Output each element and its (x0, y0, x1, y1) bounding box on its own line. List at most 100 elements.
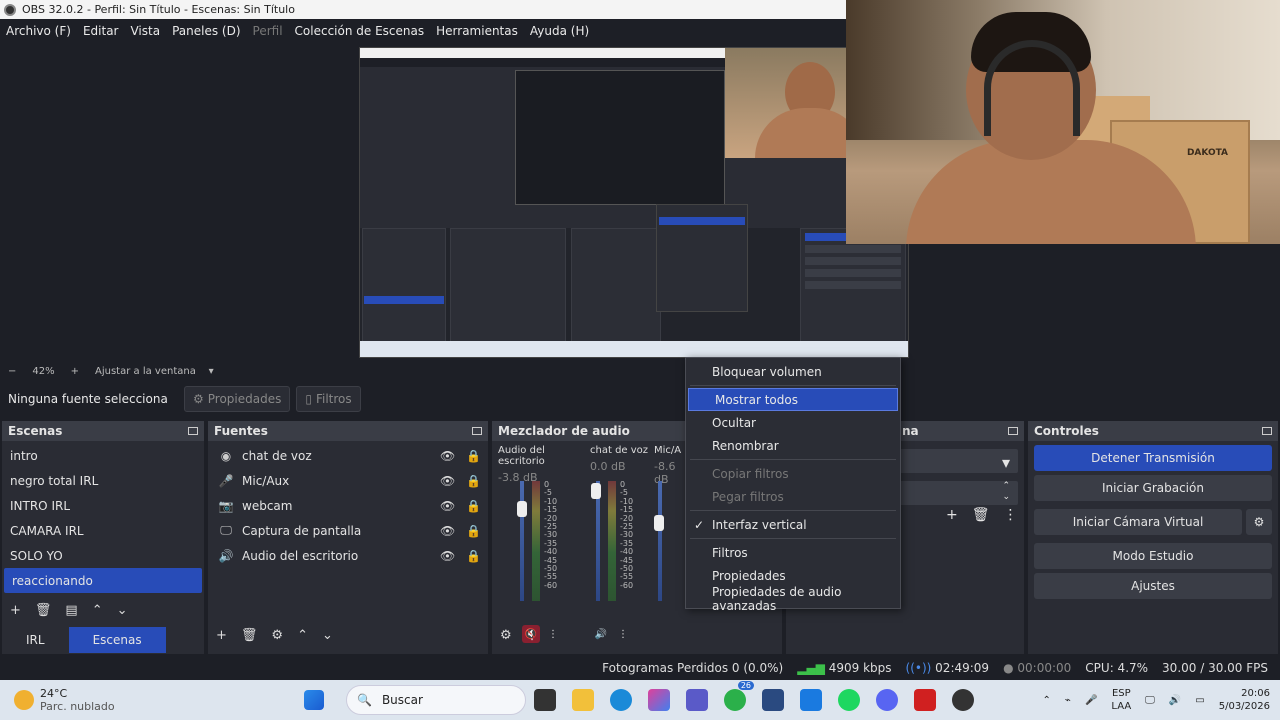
teams-icon[interactable] (686, 689, 708, 711)
scene-filter-icon[interactable]: ▤ (65, 603, 77, 618)
scene-item-selected[interactable]: reaccionando (4, 568, 202, 593)
store-icon[interactable] (762, 689, 784, 711)
network-icon[interactable]: ⌁ (1065, 695, 1071, 706)
kebab-menu-icon[interactable]: ⋮ (526, 628, 539, 643)
properties-button[interactable]: ⚙ Propiedades (184, 386, 291, 412)
scene-item[interactable]: intro (2, 443, 204, 468)
menu-help[interactable]: Ayuda (H) (524, 24, 595, 38)
trash-icon[interactable]: 🗑 (35, 603, 52, 618)
menu-item-paste-filters[interactable]: Pegar filtros (686, 485, 900, 508)
trash-icon[interactable]: 🗑 (972, 507, 990, 523)
start-recording-button[interactable]: Iniciar Grabación (1034, 475, 1272, 501)
source-item[interactable]: 🖵 Captura de pantalla 👁 🔒 (208, 518, 488, 543)
virtual-camera-settings-icon[interactable]: ⚙ (1246, 509, 1272, 535)
whatsapp-icon[interactable]: 26 (724, 681, 754, 711)
speaker-icon[interactable]: 🔊 (592, 625, 610, 643)
undock-icon[interactable] (472, 427, 482, 435)
scene-item[interactable]: INTRO IRL (2, 493, 204, 518)
undock-icon[interactable] (1008, 427, 1018, 435)
menu-item-hide[interactable]: Ocultar (686, 411, 900, 434)
folder-icon[interactable] (572, 689, 594, 711)
lock-icon[interactable]: 🔒 (466, 499, 481, 513)
lock-icon[interactable]: 🔒 (466, 449, 481, 463)
menu-item-filters[interactable]: Filtros (686, 541, 900, 564)
task-view-icon[interactable] (534, 689, 556, 711)
obs-taskbar-icon[interactable] (952, 689, 974, 711)
spotify-icon[interactable] (838, 689, 860, 711)
menu-item-rename[interactable]: Renombrar (686, 434, 900, 457)
kebab-menu-icon[interactable]: ⋮ (614, 625, 632, 643)
menu-profile[interactable]: Perfil (247, 24, 289, 38)
menu-tools[interactable]: Herramientas (430, 24, 524, 38)
volume-slider[interactable] (517, 501, 527, 517)
gear-icon[interactable]: ⚙ (271, 628, 283, 643)
scene-item[interactable]: negro total IRL (2, 468, 204, 493)
menu-item-copy-filters[interactable]: Copiar filtros (686, 462, 900, 485)
dropbox-icon[interactable] (800, 689, 822, 711)
weather-widget[interactable]: 24°C Parc. nublado (0, 687, 300, 713)
add-scene-icon[interactable]: + (10, 603, 21, 618)
zoom-in-button[interactable]: + (71, 366, 79, 377)
studio-mode-button[interactable]: Modo Estudio (1034, 543, 1272, 569)
taskbar-search[interactable]: 🔍 Buscar (346, 685, 526, 715)
lock-icon[interactable]: 🔒 (466, 474, 481, 488)
battery-icon[interactable]: ▭ (1195, 695, 1204, 706)
undock-icon[interactable] (188, 427, 198, 435)
settings-button[interactable]: Ajustes (1034, 573, 1272, 599)
eye-icon[interactable]: 👁 (440, 499, 455, 513)
eye-icon[interactable]: 👁 (440, 474, 455, 488)
add-transition-icon[interactable]: + (946, 507, 958, 523)
eye-icon[interactable]: 👁 (440, 449, 455, 463)
copilot-icon[interactable] (648, 689, 670, 711)
eye-icon[interactable]: 👁 (440, 549, 455, 563)
source-item[interactable]: 📷 webcam 👁 🔒 (208, 493, 488, 518)
move-up-icon[interactable]: ⌃ (92, 603, 103, 618)
kebab-menu-icon[interactable]: ⋮ (544, 625, 562, 643)
eye-icon[interactable]: 👁 (440, 524, 455, 538)
menu-docks[interactable]: Paneles (D) (166, 24, 246, 38)
language-indicator[interactable]: ESP LAA (1111, 687, 1131, 713)
signal-bars-icon: ▂▄▆ (797, 661, 825, 675)
lock-icon[interactable]: 🔒 (466, 524, 481, 538)
chevron-up-icon[interactable]: ⌃ (1043, 695, 1051, 706)
source-item[interactable]: ◉ chat de voz 👁 🔒 (208, 443, 488, 468)
menu-item-show-all[interactable]: Mostrar todos (688, 388, 898, 411)
microphone-icon[interactable]: 🎤 (1085, 695, 1097, 706)
tab-scenes[interactable]: Escenas (68, 627, 166, 653)
start-virtual-camera-button[interactable]: Iniciar Cámara Virtual (1034, 509, 1242, 535)
edge-icon[interactable] (610, 689, 632, 711)
menu-item-lock-volume[interactable]: Bloquear volumen (686, 360, 900, 383)
clock[interactable]: 20:06 5/03/2026 (1219, 687, 1270, 713)
move-down-icon[interactable]: ⌄ (117, 603, 128, 618)
fit-window-dropdown[interactable]: Ajustar a la ventana ▾ (95, 366, 214, 377)
add-source-icon[interactable]: + (216, 628, 227, 643)
volume-slider[interactable] (591, 483, 601, 499)
app-l-icon[interactable] (914, 689, 936, 711)
discord-icon[interactable] (876, 689, 898, 711)
kebab-menu-icon[interactable]: ⋮ (1004, 507, 1018, 523)
source-item[interactable]: 🔊 Audio del escritorio 👁 🔒 (208, 543, 488, 568)
lock-icon[interactable]: 🔒 (466, 549, 481, 563)
scene-item[interactable]: CAMARA IRL (2, 518, 204, 543)
trash-icon[interactable]: 🗑 (241, 628, 258, 643)
mixer-settings-icon[interactable]: ⚙ (500, 628, 512, 643)
tab-irl[interactable]: IRL (2, 627, 69, 653)
menu-scene-collection[interactable]: Colección de Escenas (289, 24, 431, 38)
menu-file[interactable]: Archivo (F) (0, 24, 77, 38)
move-down-icon[interactable]: ⌄ (322, 628, 333, 643)
source-item[interactable]: 🎤 Mic/Aux 👁 🔒 (208, 468, 488, 493)
menu-view[interactable]: Vista (124, 24, 166, 38)
volume-icon[interactable]: 🔊 (1169, 695, 1181, 706)
windows-start-icon[interactable] (304, 690, 324, 710)
filters-button[interactable]: ▯ Filtros (296, 386, 361, 412)
volume-slider[interactable] (654, 515, 664, 531)
menu-item-vertical-layout[interactable]: ✓ Interfaz vertical (686, 513, 900, 536)
move-up-icon[interactable]: ⌃ (297, 628, 308, 643)
undock-icon[interactable] (1262, 427, 1272, 435)
menu-item-advanced-audio[interactable]: Propiedades de audio avanzadas (686, 585, 900, 613)
stop-streaming-button[interactable]: Detener Transmisión (1034, 445, 1272, 471)
zoom-out-button[interactable]: − (8, 366, 16, 377)
monitor-icon[interactable]: 🖵 (1145, 695, 1155, 706)
scene-item[interactable]: SOLO YO (2, 543, 204, 568)
menu-edit[interactable]: Editar (77, 24, 125, 38)
